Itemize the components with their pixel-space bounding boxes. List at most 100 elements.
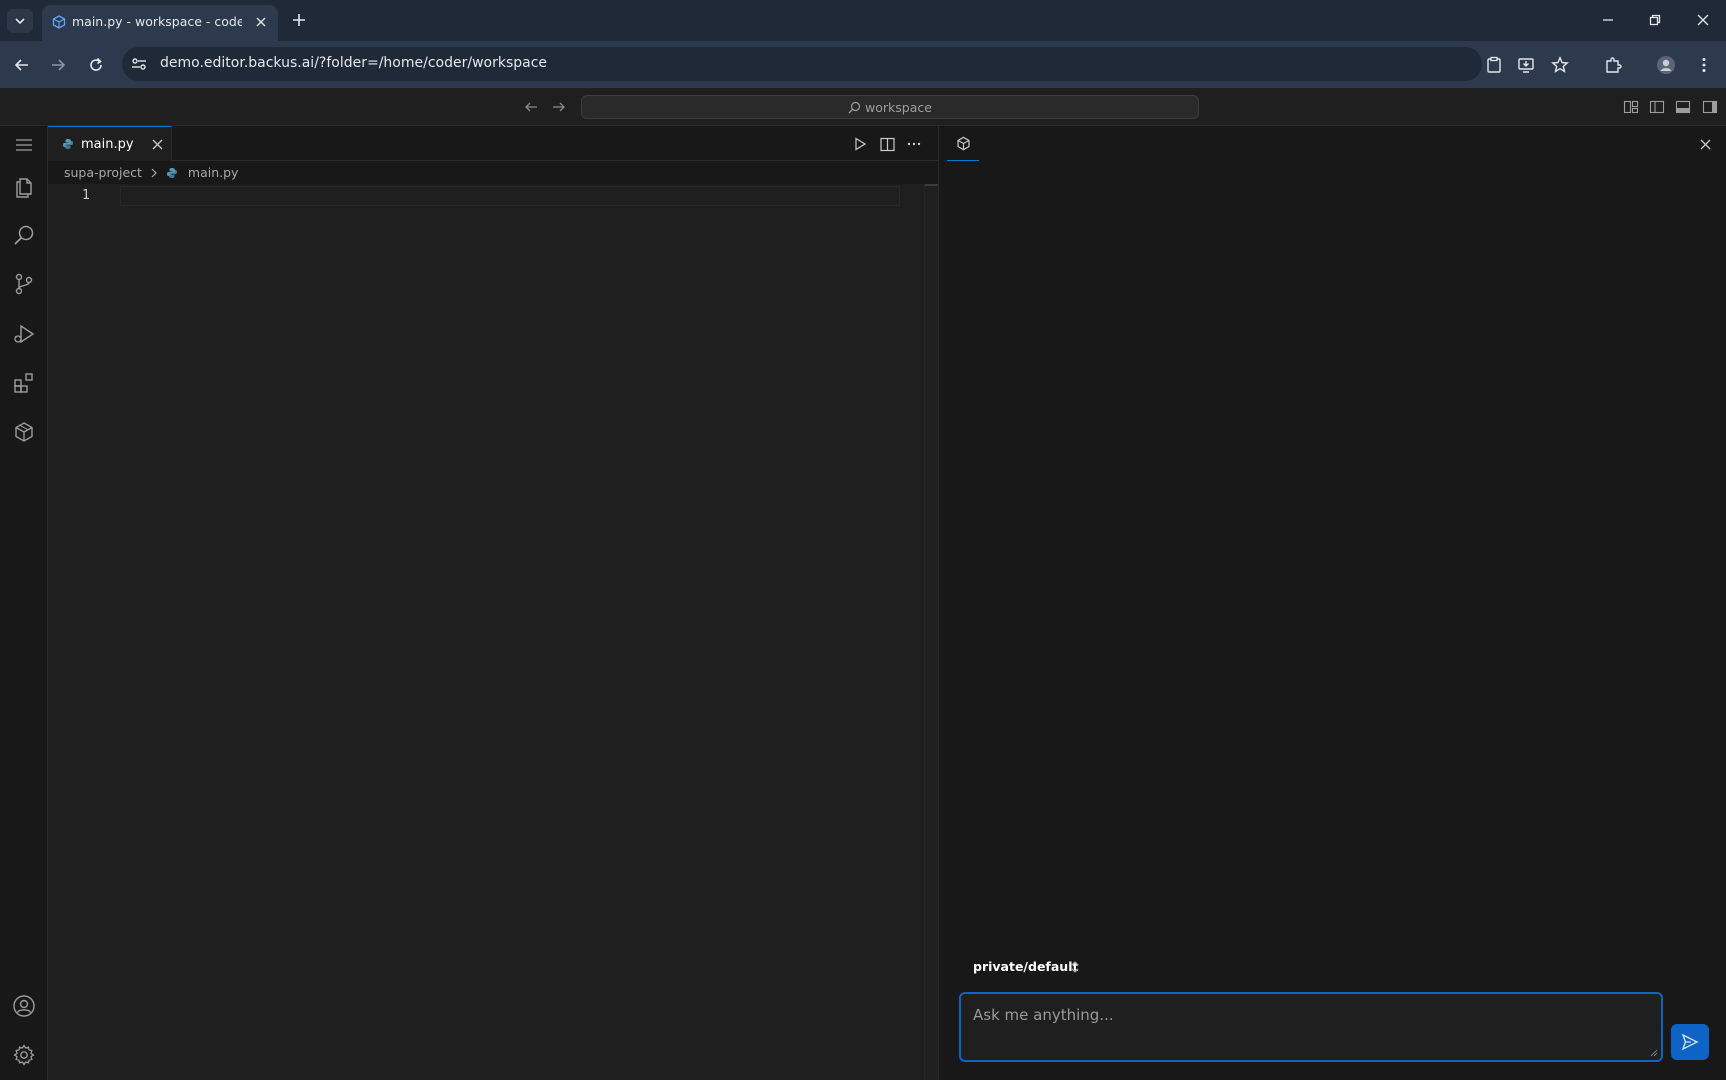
browser-tab-strip: main.py - workspace - code-server bbox=[0, 0, 1726, 41]
accounts-button[interactable] bbox=[9, 991, 39, 1021]
model-selector[interactable]: private/default bbox=[959, 952, 1103, 982]
model-selector-value: private/default bbox=[973, 959, 1079, 974]
bookmark-button[interactable] bbox=[1548, 53, 1572, 77]
files-icon bbox=[16, 178, 32, 198]
sidebar-left-icon bbox=[1649, 100, 1665, 114]
backus-assistant-button[interactable] bbox=[9, 417, 39, 447]
editor-scrollbar[interactable] bbox=[924, 184, 938, 1080]
arrow-right-icon bbox=[52, 59, 66, 71]
clipboard-button[interactable] bbox=[1482, 53, 1506, 77]
go-forward-button[interactable] bbox=[550, 98, 568, 116]
toggle-secondary-sidebar-button[interactable] bbox=[1700, 97, 1720, 117]
install-app-button[interactable] bbox=[1514, 53, 1538, 77]
more-vertical-icon bbox=[1702, 58, 1706, 72]
current-line-highlight bbox=[120, 186, 900, 206]
minimize-window-button[interactable] bbox=[1594, 8, 1622, 32]
close-icon bbox=[1700, 139, 1710, 149]
cube-icon bbox=[956, 136, 970, 150]
activity-bar bbox=[0, 126, 48, 1080]
run-and-debug-button[interactable] bbox=[9, 319, 39, 349]
editor-tab-main-py[interactable]: main.py bbox=[48, 126, 172, 161]
close-tab-icon[interactable] bbox=[252, 13, 270, 31]
source-control-button[interactable] bbox=[9, 269, 39, 299]
run-python-file-button[interactable] bbox=[850, 134, 870, 154]
send-message-button[interactable] bbox=[1671, 1024, 1709, 1060]
chevron-right-icon bbox=[150, 168, 158, 178]
toggle-panel-button[interactable] bbox=[1673, 97, 1693, 117]
gear-icon bbox=[13, 1044, 35, 1066]
chevron-down-icon bbox=[15, 18, 25, 25]
python-file-icon bbox=[166, 167, 178, 179]
editor-tab-bar: main.py bbox=[48, 126, 938, 161]
command-center[interactable]: workspace bbox=[581, 95, 1199, 119]
close-icon bbox=[1697, 14, 1709, 26]
resize-grip-icon[interactable] bbox=[1650, 1049, 1658, 1057]
chat-input[interactable]: Ask me anything... bbox=[959, 992, 1663, 1062]
play-icon bbox=[855, 137, 867, 151]
reload-button[interactable] bbox=[84, 53, 108, 77]
application-menu-button[interactable] bbox=[9, 130, 39, 160]
address-bar[interactable]: demo.editor.backus.ai/?folder=/home/code… bbox=[122, 47, 1482, 81]
customize-layout-button[interactable] bbox=[1621, 97, 1641, 117]
browser-toolbar: demo.editor.backus.ai/?folder=/home/code… bbox=[0, 41, 1726, 88]
menu-icon bbox=[16, 139, 32, 151]
arrow-left-icon bbox=[525, 102, 537, 112]
close-editor-tab-icon[interactable] bbox=[149, 136, 165, 152]
avatar-icon bbox=[1657, 56, 1675, 74]
arrow-left-icon bbox=[14, 59, 28, 71]
panel-bottom-icon bbox=[1675, 100, 1691, 114]
toggle-primary-sidebar-button[interactable] bbox=[1647, 97, 1667, 117]
more-actions-button[interactable] bbox=[904, 134, 924, 154]
new-tab-button[interactable] bbox=[289, 10, 309, 30]
vscode-titlebar: workspace bbox=[0, 88, 1726, 126]
cube-icon bbox=[15, 422, 33, 442]
restore-icon bbox=[1649, 14, 1661, 26]
split-editor-icon bbox=[879, 137, 895, 151]
breadcrumb-folder[interactable]: supa-project bbox=[64, 165, 142, 180]
more-horizontal-icon bbox=[907, 142, 921, 146]
split-editor-button[interactable] bbox=[877, 134, 897, 154]
python-file-icon bbox=[62, 138, 74, 150]
explorer-button[interactable] bbox=[9, 171, 39, 201]
forward-button[interactable] bbox=[46, 53, 70, 77]
site-info-icon[interactable] bbox=[130, 55, 148, 73]
chevron-up-down-icon bbox=[1069, 959, 1081, 975]
run-debug-icon bbox=[14, 324, 35, 344]
reload-icon bbox=[90, 57, 102, 71]
assistant-panel: private/default Ask me anything... bbox=[938, 126, 1726, 1080]
sidebar-right-icon bbox=[1702, 100, 1718, 114]
layout-icon bbox=[1623, 100, 1639, 114]
command-center-label: workspace bbox=[865, 100, 932, 115]
url-text: demo.editor.backus.ai/?folder=/home/code… bbox=[160, 55, 548, 71]
browser-tab[interactable]: main.py - workspace - code-server bbox=[42, 5, 278, 41]
profile-button[interactable] bbox=[1654, 53, 1678, 77]
install-icon bbox=[1518, 58, 1534, 73]
code-server-favicon-icon bbox=[52, 15, 66, 29]
minimize-icon bbox=[1603, 19, 1613, 21]
line-number: 1 bbox=[82, 188, 90, 203]
breadcrumb-file[interactable]: main.py bbox=[188, 165, 239, 180]
extensions-button[interactable] bbox=[1601, 53, 1625, 77]
plus-icon bbox=[293, 14, 305, 26]
manage-settings-button[interactable] bbox=[9, 1040, 39, 1070]
code-editor[interactable]: 1 bbox=[48, 184, 938, 1080]
search-icon bbox=[14, 225, 34, 245]
tab-search-button[interactable] bbox=[7, 9, 33, 33]
close-panel-button[interactable] bbox=[1696, 135, 1714, 153]
assistant-panel-tab[interactable] bbox=[947, 126, 979, 161]
extensions-view-button[interactable] bbox=[9, 368, 39, 398]
close-window-button[interactable] bbox=[1689, 8, 1717, 32]
restore-window-button[interactable] bbox=[1641, 8, 1669, 32]
arrow-right-icon bbox=[553, 102, 565, 112]
puzzle-icon bbox=[1606, 57, 1622, 73]
browser-menu-button[interactable] bbox=[1692, 53, 1716, 77]
scrollbar-cursor-marker bbox=[925, 184, 938, 186]
search-button[interactable] bbox=[9, 220, 39, 250]
account-icon bbox=[13, 995, 35, 1017]
star-icon bbox=[1551, 56, 1569, 73]
go-back-button[interactable] bbox=[522, 98, 540, 116]
clipboard-icon bbox=[1487, 56, 1501, 73]
back-button[interactable] bbox=[10, 53, 34, 77]
breadcrumb: supa-project main.py bbox=[64, 164, 238, 184]
browser-tab-title: main.py - workspace - code-server bbox=[72, 14, 242, 29]
